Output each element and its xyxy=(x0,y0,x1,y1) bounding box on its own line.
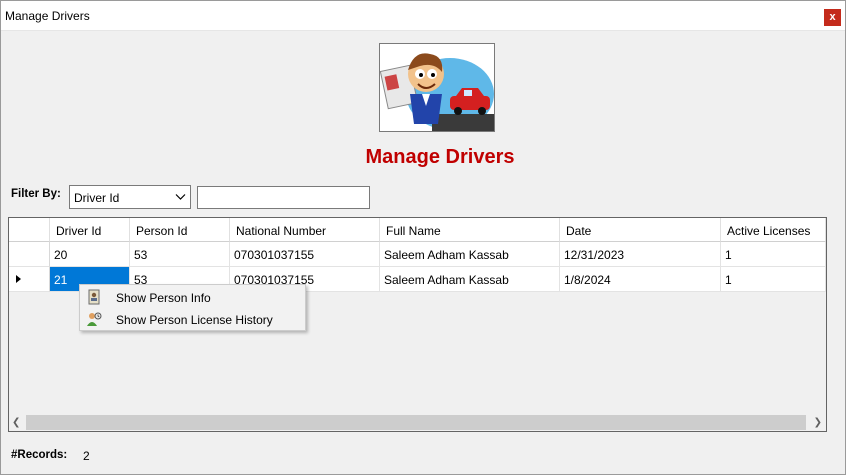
column-header-full-name[interactable]: Full Name xyxy=(380,218,560,242)
scrollbar-thumb[interactable] xyxy=(26,415,806,430)
menu-item-show-license-history[interactable]: Show Person License History xyxy=(82,309,303,330)
table-cell[interactable]: 070301037155 xyxy=(230,242,380,267)
context-menu: Show Person Info Show Person License His… xyxy=(79,284,306,331)
horizontal-scrollbar[interactable]: ❮ ❯ xyxy=(9,414,826,431)
page-title: Manage Drivers xyxy=(365,146,515,168)
scroll-left-icon[interactable]: ❮ xyxy=(12,417,20,428)
menu-item-label: Show Person License History xyxy=(116,313,273,327)
filter-search-input[interactable] xyxy=(197,186,370,209)
person-history-icon xyxy=(87,312,102,326)
column-header-driver-id[interactable]: Driver Id xyxy=(50,218,130,242)
window-title: Manage Drivers xyxy=(5,9,90,23)
table-cell[interactable]: 1 xyxy=(721,242,826,267)
menu-item-label: Show Person Info xyxy=(116,291,211,305)
column-header-national-number[interactable]: National Number xyxy=(230,218,380,242)
filter-selected-value: Driver Id xyxy=(74,191,120,205)
column-header-person-id[interactable]: Person Id xyxy=(130,218,230,242)
table-cell[interactable]: 53 xyxy=(130,242,230,267)
current-row-pointer-icon xyxy=(16,275,21,283)
title-bar: Manage Drivers x xyxy=(0,0,846,31)
table-cell[interactable]: 12/31/2023 xyxy=(560,242,721,267)
id-card-icon xyxy=(88,289,100,305)
table-corner-header xyxy=(9,218,50,242)
filter-label: Filter By: xyxy=(11,188,61,200)
table-cell[interactable]: Saleem Adham Kassab xyxy=(380,242,560,267)
records-count: 2 xyxy=(83,449,90,463)
scroll-right-icon[interactable]: ❯ xyxy=(814,417,822,428)
chevron-down-icon xyxy=(175,194,186,200)
table-cell[interactable]: 20 xyxy=(50,242,130,267)
row-header[interactable] xyxy=(9,242,50,267)
column-header-date[interactable]: Date xyxy=(560,218,721,242)
menu-item-show-person-info[interactable]: Show Person Info xyxy=(82,287,303,308)
column-header-active-licenses[interactable]: Active Licenses xyxy=(721,218,826,242)
records-label: #Records: xyxy=(11,449,68,461)
table-cell[interactable]: 1/8/2024 xyxy=(560,267,721,292)
row-header-current[interactable] xyxy=(9,267,50,292)
close-button[interactable]: x xyxy=(824,9,841,26)
driver-logo-image xyxy=(379,43,495,132)
filter-by-dropdown[interactable]: Driver Id xyxy=(69,185,191,209)
table-cell[interactable]: 1 xyxy=(721,267,826,292)
table-cell[interactable]: Saleem Adham Kassab xyxy=(380,267,560,292)
